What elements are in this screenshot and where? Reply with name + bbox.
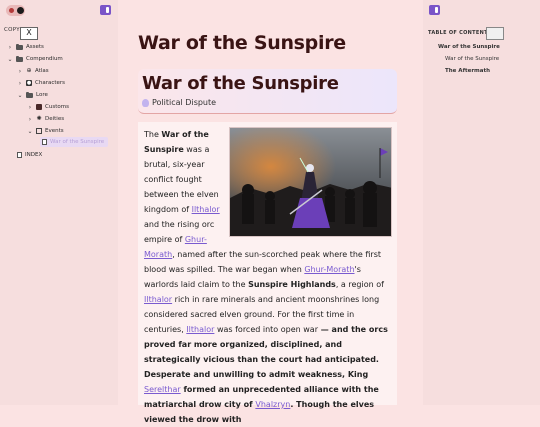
tree-item-war-of-the-sunspire[interactable]: War of the Sunspire <box>40 137 109 147</box>
tree-item-deities[interactable]: › ✺ Deities <box>27 114 64 124</box>
lightbulb-icon <box>142 98 149 107</box>
folder-open-icon <box>26 91 33 98</box>
table-of-contents: TABLE OF CONTENTS War of the Sunspire Wa… <box>423 0 540 405</box>
tree-item-index[interactable]: INDEX <box>17 150 42 160</box>
link-king[interactable]: Serelthar <box>144 385 181 394</box>
sidebar: COPY X › Assets ⌄ Compendium › ⊕ Atlas ›… <box>0 0 118 405</box>
tree-item-label: Atlas <box>35 68 49 74</box>
article-body: The War of the Sunspire was a brutal, si… <box>138 122 397 424</box>
tree-item-label: Events <box>45 128 64 134</box>
folder-icon <box>16 43 23 50</box>
tree-item-label: Assets <box>26 44 44 50</box>
copy-button[interactable]: X <box>20 27 38 40</box>
chevron-right-icon: › <box>18 67 22 75</box>
chevron-right-icon: › <box>28 115 32 123</box>
toc-toggle-icon[interactable] <box>429 5 440 15</box>
main-content: War of the Sunspire War of the Sunspire … <box>118 0 423 424</box>
toc-title: TABLE OF CONTENTS <box>428 30 492 36</box>
article-text: The War of the Sunspire was a brutal, si… <box>144 127 392 427</box>
toc-link[interactable]: War of the Sunspire <box>445 56 499 62</box>
link-ilthalor[interactable]: Ilthalor <box>144 295 172 304</box>
toc-collapse-button[interactable] <box>486 27 504 40</box>
tree-item-label: Characters <box>35 80 66 86</box>
sun-icon: ✺ <box>36 115 42 122</box>
calendar-icon <box>36 128 42 134</box>
link-ilthalor[interactable]: Ilthalor <box>192 205 220 214</box>
tree-item-label: Customs <box>45 104 69 110</box>
chevron-right-icon: › <box>18 79 22 87</box>
article-header-card: War of the Sunspire Political Dispute <box>138 69 397 114</box>
link-ghur-morath[interactable]: Ghur-Morath <box>304 265 354 274</box>
light-mode-icon <box>9 8 14 13</box>
tree-item-assets[interactable]: › Assets <box>7 42 44 52</box>
document-icon <box>42 139 47 145</box>
tree-item-events[interactable]: ⌄ Events <box>27 126 64 136</box>
theme-toggle[interactable] <box>6 5 25 16</box>
tree-item-characters[interactable]: › ● Characters <box>17 78 65 88</box>
toc-link[interactable]: War of the Sunspire <box>438 44 500 50</box>
article-category: Political Dispute <box>142 98 216 107</box>
tree-item-lore[interactable]: ⌄ Lore <box>17 90 48 100</box>
chevron-down-icon: ⌄ <box>7 55 13 63</box>
article-title: War of the Sunspire <box>142 73 339 94</box>
chevron-down-icon: ⌄ <box>17 91 23 99</box>
link-ilthalor[interactable]: Ilthalor <box>186 325 214 334</box>
battle-illustration-svg <box>230 128 391 236</box>
battle-illustration <box>229 127 392 237</box>
tree-item-label: Deities <box>45 116 65 122</box>
tree-item-compendium[interactable]: ⌄ Compendium <box>7 54 63 64</box>
sidebar-toggle-icon[interactable] <box>100 5 111 15</box>
tree-item-label: War of the Sunspire <box>50 139 105 145</box>
document-icon <box>17 152 22 158</box>
tree-item-label: INDEX <box>25 152 43 158</box>
tree-item-atlas[interactable]: › ⊕ Atlas <box>17 66 49 76</box>
globe-icon: ⊕ <box>26 67 32 74</box>
dark-mode-icon <box>17 7 24 14</box>
chevron-down-icon: ⌄ <box>27 127 33 135</box>
folder-open-icon <box>16 55 23 62</box>
tree-item-label: Lore <box>36 92 48 98</box>
tree-item-label: Compendium <box>26 56 63 62</box>
book-icon <box>36 104 42 110</box>
person-icon: ● <box>26 80 32 86</box>
tree-item-customs[interactable]: › Customs <box>27 102 69 112</box>
toc-link[interactable]: The Aftermath <box>445 68 490 74</box>
chevron-right-icon: › <box>28 103 32 111</box>
category-label: Political Dispute <box>152 98 217 107</box>
copy-label: COPY <box>4 27 20 33</box>
chevron-right-icon: › <box>8 43 12 51</box>
page-title: War of the Sunspire <box>138 32 346 54</box>
